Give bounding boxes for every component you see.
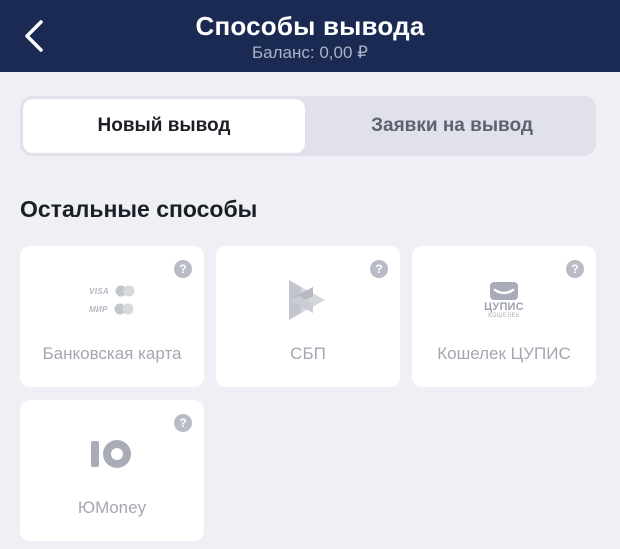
mastercard-icon xyxy=(114,303,134,315)
visa-label: VISA xyxy=(89,286,109,296)
yumoney-icon xyxy=(20,426,204,482)
bank-card-icon: VISA МИР xyxy=(20,272,204,328)
tab-withdrawal-requests[interactable]: Заявки на вывод xyxy=(311,99,593,153)
tab-new-withdrawal[interactable]: Новый вывод xyxy=(23,99,305,153)
method-label: ЮMoney xyxy=(77,498,147,517)
balance-text: Баланс: 0,00 ₽ xyxy=(252,43,368,62)
cupis-logo-subtext: КОШЕЛЕК xyxy=(488,313,520,319)
method-card-bank-card[interactable]: ? VISA МИР Банковская карта xyxy=(20,246,204,387)
method-label: Кошелек ЦУПИС xyxy=(437,344,571,363)
cupis-wallet-icon: ЦУПИС КОШЕЛЕК xyxy=(412,272,596,328)
method-label: СБП xyxy=(290,344,326,363)
method-label: Банковская карта xyxy=(42,344,182,363)
cupis-logo-text: ЦУПИС xyxy=(484,301,524,313)
wallet-icon xyxy=(489,282,518,300)
sbp-icon xyxy=(216,272,400,328)
mir-label: МИР xyxy=(89,304,108,314)
page-title: Способы вывода xyxy=(195,11,425,41)
method-card-sbp[interactable]: ? СБП xyxy=(216,246,400,387)
mastercard-icon xyxy=(115,285,135,297)
tab-switcher: Новый вывод Заявки на вывод xyxy=(20,96,596,156)
method-card-cupis-wallet[interactable]: ? ЦУПИС КОШЕЛЕК Кошелек ЦУПИС xyxy=(412,246,596,387)
header-bar: Способы вывода Баланс: 0,00 ₽ xyxy=(0,0,620,72)
section-title: Остальные способы xyxy=(20,196,258,222)
method-card-yumoney[interactable]: ? ЮMoney xyxy=(20,400,204,541)
